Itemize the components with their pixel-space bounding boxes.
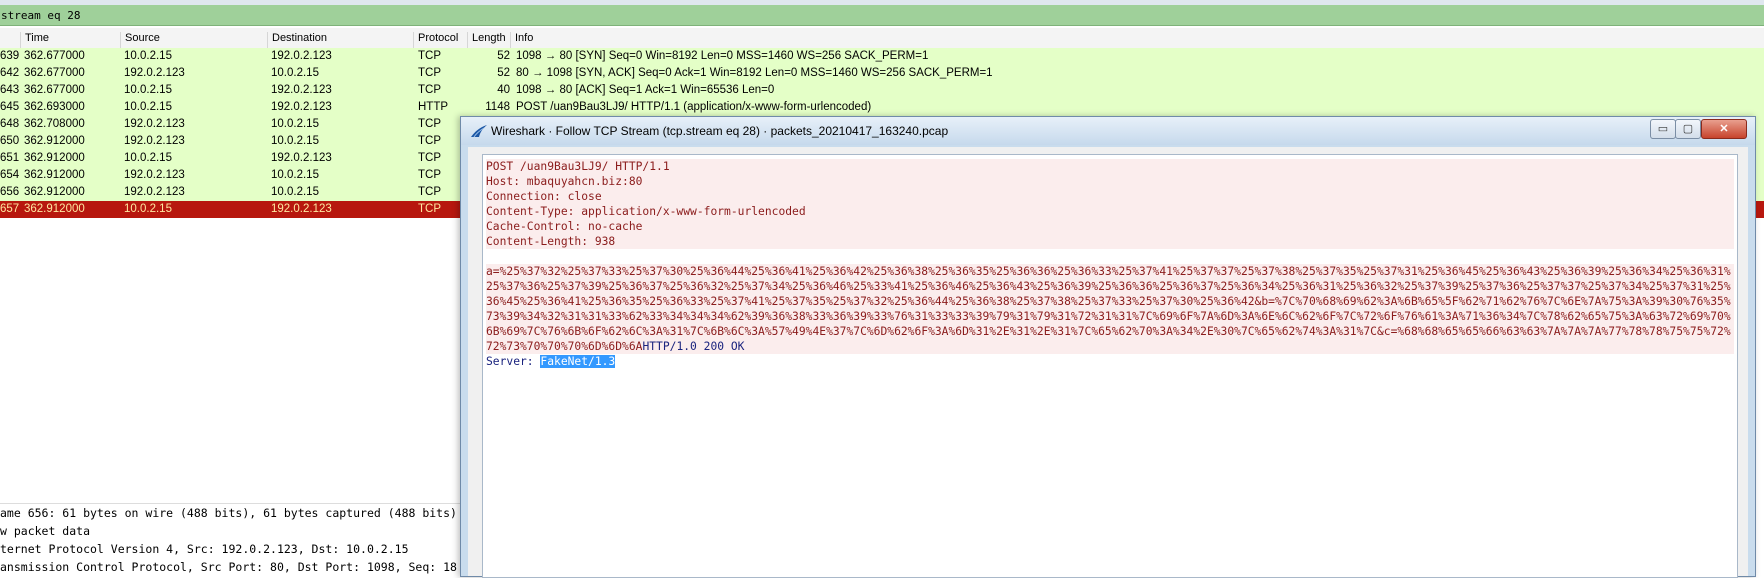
packet-time: 362.912000 [24,152,85,164]
minimize-button[interactable]: ▭ [1650,119,1676,139]
packet-length: 52 [497,50,510,62]
packet-number: 639 [0,50,20,62]
packet-source: 192.0.2.123 [124,186,185,198]
window-client-area: POST /uan9Bau3LJ9/ HTTP/1.1 Host: mbaquy… [468,147,1748,578]
packet-protocol: TCP [418,169,441,181]
packet-time: 362.677000 [24,50,85,62]
wireshark-fin-icon [471,125,487,138]
packet-protocol: TCP [418,118,441,130]
packet-time: 362.912000 [24,186,85,198]
packet-destination: 192.0.2.123 [271,84,332,96]
packet-source: 192.0.2.123 [124,169,185,181]
packet-source: 10.0.2.15 [124,203,172,215]
request-line: POST /uan9Bau3LJ9/ HTTP/1.1 [486,159,1734,174]
maximize-button[interactable]: ▢ [1675,119,1701,139]
detail-tree-item[interactable]: w packet data [0,522,470,540]
packet-number: 651 [0,152,20,164]
packet-destination: 10.0.2.15 [271,186,319,198]
display-filter-text[interactable]: stream eq 28 [1,9,80,22]
packet-number: 648 [0,118,20,130]
column-header-source[interactable]: Source [120,32,160,48]
packet-length: 1148 [485,101,510,113]
packet-destination: 192.0.2.123 [271,152,332,164]
packet-row[interactable]: 639 362.677000 10.0.2.15 192.0.2.123 TCP 52 10… [0,48,1764,65]
detail-tree-item[interactable]: ternet Protocol Version 4, Src: 192.0.2.… [0,540,470,558]
packet-time: 362.677000 [24,84,85,96]
column-header-info[interactable]: Info [510,32,533,48]
response-server-label: Server: [486,355,541,368]
packet-protocol: HTTP [418,101,449,113]
packet-destination: 10.0.2.15 [271,169,319,181]
request-header-content-type: Content-Type: application/x-www-form-url… [486,204,1734,219]
packet-protocol: TCP [418,203,441,215]
packet-info: POST /uan9Bau3LJ9/ HTTP/1.1 (application… [516,101,872,113]
response-server-value-selected[interactable]: FakeNet/1.3 [540,355,616,368]
request-header-content-length: Content-Length: 938 [486,234,1734,249]
response-header-server: Server: FakeNet/1.3 [486,354,1734,369]
column-header-protocol[interactable]: Protocol [413,32,458,48]
stream-content-view[interactable]: POST /uan9Bau3LJ9/ HTTP/1.1 Host: mbaquy… [482,154,1738,578]
packet-time: 362.677000 [24,67,85,79]
packet-protocol: TCP [418,84,441,96]
packet-row[interactable]: 643 362.677000 10.0.2.15 192.0.2.123 TCP 40 10… [0,82,1764,99]
packet-number: 650 [0,135,20,147]
packet-protocol: TCP [418,152,441,164]
packet-time: 362.912000 [24,135,85,147]
packet-source: 10.0.2.15 [124,84,172,96]
packet-row[interactable]: 642 362.677000 192.0.2.123 10.0.2.15 TCP 52 80… [0,65,1764,82]
packet-protocol: TCP [418,186,441,198]
packet-destination: 10.0.2.15 [271,135,319,147]
packet-source: 192.0.2.123 [124,118,185,130]
detail-tree-item[interactable]: ansmission Control Protocol, Src Port: 8… [0,558,470,576]
packet-source: 192.0.2.123 [124,67,185,79]
packet-protocol: TCP [418,67,441,79]
packet-source: 10.0.2.15 [124,101,172,113]
packet-source: 10.0.2.15 [124,152,172,164]
column-header-time[interactable]: Time [20,32,49,48]
packet-protocol: TCP [418,50,441,62]
close-button[interactable]: ✕ [1701,119,1747,139]
packet-number: 643 [0,84,20,96]
packet-destination: 192.0.2.123 [271,203,332,215]
packet-row[interactable]: 645 362.693000 10.0.2.15 192.0.2.123 HTTP 114… [0,99,1764,116]
packet-source: 10.0.2.15 [124,50,172,62]
packet-info: 1098 → 80 [SYN] Seq=0 Win=8192 Len=0 MSS… [516,50,929,62]
packet-time: 362.693000 [24,101,85,113]
column-header-length[interactable]: Length [467,32,506,48]
packet-number: 645 [0,101,20,113]
request-header-host: Host: mbaquyahcn.biz:80 [486,174,1734,189]
request-header-connection: Connection: close [486,189,1734,204]
packet-time: 362.912000 [24,169,85,181]
window-titlebar[interactable]: Wireshark · Follow TCP Stream (tcp.strea… [461,117,1755,145]
packet-list-header: Time Source Destination Protocol Length … [0,28,1764,49]
packet-time: 362.912000 [24,203,85,215]
column-header-destination[interactable]: Destination [267,32,327,48]
packet-length: 52 [497,67,510,79]
detail-tree-item[interactable]: ame 656: 61 bytes on wire (488 bits), 61… [0,504,470,522]
packet-length: 40 [497,84,510,96]
packet-number: 654 [0,169,20,181]
packet-destination: 10.0.2.15 [271,67,319,79]
follow-tcp-stream-window: Wireshark · Follow TCP Stream (tcp.strea… [460,116,1756,578]
packet-destination: 192.0.2.123 [271,50,332,62]
packet-number: 657 [0,203,20,215]
request-header-cache-control: Cache-Control: no-cache [486,219,1734,234]
response-status-line: HTTP/1.0 200 OK [642,340,745,353]
request-body: a=%25%37%32%25%37%33%25%37%30%25%36%44%2… [486,264,1734,354]
packet-destination: 192.0.2.123 [271,101,332,113]
display-filter-bar[interactable]: stream eq 28 [0,5,1764,26]
packet-protocol: TCP [418,135,441,147]
packet-number: 656 [0,186,20,198]
packet-source: 192.0.2.123 [124,135,185,147]
packet-number: 642 [0,67,20,79]
packet-destination: 10.0.2.15 [271,118,319,130]
packet-time: 362.708000 [24,118,85,130]
window-title: Wireshark · Follow TCP Stream (tcp.strea… [491,124,949,138]
packet-details-pane: ame 656: 61 bytes on wire (488 bits), 61… [0,503,470,576]
packet-info: 1098 → 80 [ACK] Seq=1 Ack=1 Win=65536 Le… [516,84,775,96]
packet-info: 80 → 1098 [SYN, ACK] Seq=0 Ack=1 Win=819… [516,67,993,79]
